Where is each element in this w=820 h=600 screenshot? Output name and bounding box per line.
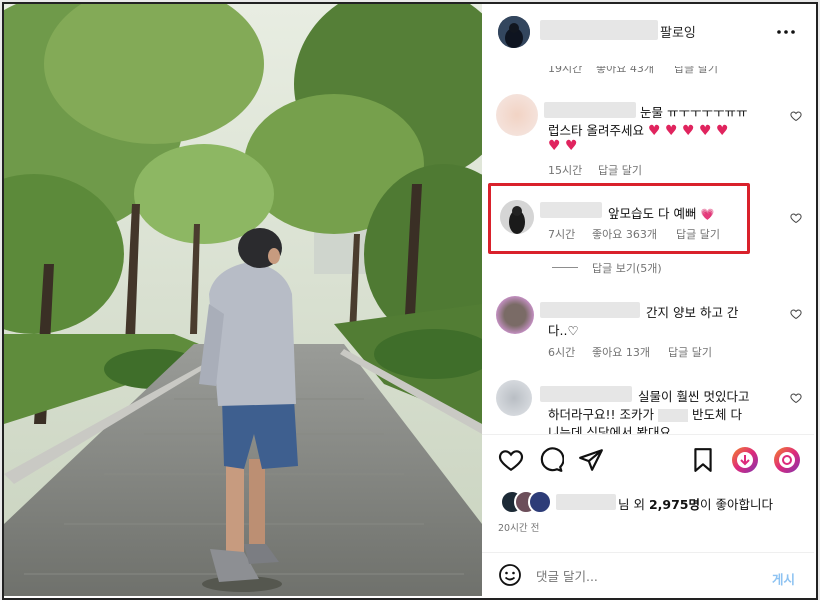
author-avatar[interactable]: [498, 16, 530, 48]
photo-illustration: [4, 4, 482, 596]
commenter-username-redacted[interactable]: [544, 102, 636, 118]
comment-like-heart-icon[interactable]: [790, 392, 802, 404]
likes-text[interactable]: 님 외 2,975명이 좋아합니다: [618, 494, 773, 513]
commenter-avatar[interactable]: [496, 296, 534, 334]
comment-reply-button[interactable]: 답글 달기: [676, 226, 720, 242]
likes-count: 2,975명: [648, 497, 701, 512]
comment-text-line2: 하더라구요!! 조카가 반도체 다: [548, 404, 742, 423]
redacted-company: [657, 409, 688, 422]
likes-summary: 님 외 2,975명이 좋아합니다 20시간 전: [482, 484, 814, 534]
more-horizontal-icon[interactable]: [774, 20, 798, 44]
comment-text-line2-words: 럽스타 올려주세요: [548, 123, 644, 138]
heart-emojis: ♥ ♥ ♥ ♥ ♥: [647, 123, 729, 139]
post-header: 팔로잉: [482, 4, 814, 55]
comment-likes[interactable]: 좋아요 13개: [592, 344, 650, 360]
view-replies-button[interactable]: 답글 보기(5개): [592, 260, 662, 276]
heart-emoji: 💗: [700, 208, 715, 221]
comment-text: 앞모습도 다 예뻐 💗: [608, 203, 714, 222]
commenter-avatar[interactable]: [500, 200, 534, 234]
post-actions-bar: [482, 434, 814, 475]
comment-text-line1: 눈물 ㅠㅜㅜㅜㅜㅠㅠ: [640, 105, 748, 120]
comment-input[interactable]: [534, 565, 738, 587]
heart-emojis-line3: ♥ ♥: [548, 138, 578, 154]
download-extension-icon[interactable]: [732, 447, 758, 473]
author-username-redacted[interactable]: [540, 20, 658, 40]
view-replies-line: [552, 267, 578, 268]
post-timestamp: 20시간 전: [498, 523, 540, 534]
comment-reply-button[interactable]: 답글 달기: [598, 162, 642, 178]
comment-text-line2-end: 반도체 다: [691, 407, 742, 422]
comment-text-words: 앞모습도 다 예뻐: [608, 206, 697, 221]
commenter-username-redacted[interactable]: [540, 202, 602, 218]
liker-avatar[interactable]: [528, 490, 552, 514]
commenter-username-redacted[interactable]: [540, 386, 632, 402]
commenter-avatar[interactable]: [496, 380, 532, 416]
comment-like-heart-icon[interactable]: [790, 212, 802, 224]
post-side-panel: 팔로잉 19시간 좋아요 43개 답글 달기 눈물 ㅠㅜㅜㅜㅜㅠㅠ 럽스타 올려…: [482, 4, 814, 596]
comment-time: 15시간: [548, 164, 583, 177]
comment-like-heart-icon[interactable]: [790, 308, 802, 320]
comment-text-line2: 럽스타 올려주세요 ♥ ♥ ♥ ♥ ♥: [548, 120, 729, 139]
commenter-username-redacted[interactable]: [540, 302, 640, 318]
comment-composer: 게시: [482, 552, 814, 597]
post-photo[interactable]: [4, 4, 482, 596]
emoji-icon[interactable]: [498, 563, 522, 587]
comment-text-line1: 간지 양보 하고 간: [646, 305, 739, 320]
commenter-avatar[interactable]: [496, 94, 538, 136]
comments-list[interactable]: 19시간 좋아요 43개 답글 달기 눈물 ㅠㅜㅜㅜㅜㅠㅠ 럽스타 올려주세요 …: [482, 54, 814, 434]
comment-text-line1: 실물이 훨씬 멋있다고: [638, 389, 750, 404]
liker-username-redacted[interactable]: [556, 494, 616, 510]
comment-time: 7시간: [548, 228, 576, 241]
post-comment-button[interactable]: 게시: [772, 569, 795, 588]
repost-extension-icon[interactable]: [774, 447, 800, 473]
send-icon[interactable]: [578, 447, 604, 473]
following-label[interactable]: 팔로잉: [660, 22, 696, 41]
comment-text-line2: 다..♡: [548, 323, 579, 338]
likes-suffix: 이 좋아합니다: [700, 497, 773, 512]
likes-prefix: 님 외: [618, 497, 645, 512]
comment-reply-button[interactable]: 답글 달기: [668, 344, 712, 360]
comment-like-heart-icon[interactable]: [790, 110, 802, 122]
comment-text-line2-start: 하더라구요!! 조카가: [548, 407, 654, 422]
comment-text-line3: 니는데 식당에서 봤대요: [548, 425, 671, 434]
heart-outline-icon[interactable]: [498, 447, 524, 473]
comment-likes[interactable]: 좋아요 363개: [592, 226, 657, 242]
comment-icon[interactable]: [538, 447, 564, 473]
avatar-image: [498, 16, 530, 48]
scroll-clip: [482, 54, 814, 66]
comment-time: 6시간: [548, 346, 576, 359]
bookmark-icon[interactable]: [690, 447, 716, 473]
